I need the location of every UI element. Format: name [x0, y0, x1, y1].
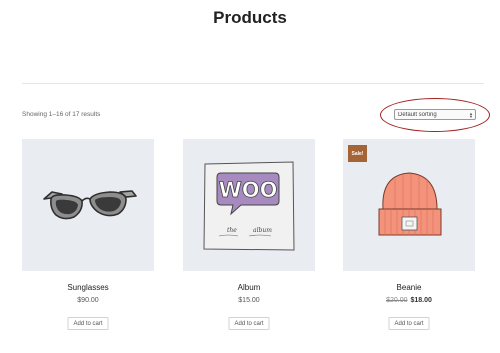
select-arrows-icon: ▲ ▼ [469, 110, 473, 119]
sale-badge: Sale! [348, 145, 367, 162]
product-name[interactable]: Sunglasses [22, 283, 154, 292]
product-card: WOO the album Album $15.00 Add to cart [183, 139, 315, 339]
product-card: Sunglasses $90.00 Add to cart [22, 139, 154, 339]
product-price: $15.00 [183, 297, 315, 304]
sort-select[interactable]: Default sorting ▲ ▼ [394, 109, 476, 120]
old-price: $20.00 [386, 297, 408, 304]
product-name[interactable]: Album [183, 283, 315, 292]
product-image[interactable]: WOO the album [183, 139, 315, 271]
product-image[interactable] [22, 139, 154, 271]
sort-area: Default sorting ▲ ▼ [380, 98, 490, 132]
result-count: Showing 1–16 of 17 results [22, 111, 101, 118]
price-value: $90.00 [77, 297, 99, 304]
sort-select-value: Default sorting [398, 111, 437, 118]
add-to-cart-button[interactable]: Add to cart [388, 317, 430, 330]
product-price: $90.00 [22, 297, 154, 304]
add-to-cart-button[interactable]: Add to cart [228, 317, 270, 330]
add-to-cart-button[interactable]: Add to cart [67, 317, 109, 330]
product-price: $20.00 $18.00 [343, 297, 475, 304]
product-name[interactable]: Beanie [343, 283, 475, 292]
album-caption-left: the [227, 227, 237, 234]
price-value: $18.00 [410, 297, 432, 304]
album-logo: WOO [219, 178, 278, 202]
product-image[interactable]: Sale! [343, 139, 475, 271]
product-card: Sale! Beanie $20.00 $18.00 Add to cart [343, 139, 475, 339]
album-caption-right: album [253, 227, 272, 234]
divider [22, 83, 484, 84]
page-title: Products [213, 8, 287, 27]
album-icon: WOO the album [203, 161, 295, 251]
sunglasses-icon [43, 190, 137, 220]
price-value: $15.00 [238, 297, 260, 304]
